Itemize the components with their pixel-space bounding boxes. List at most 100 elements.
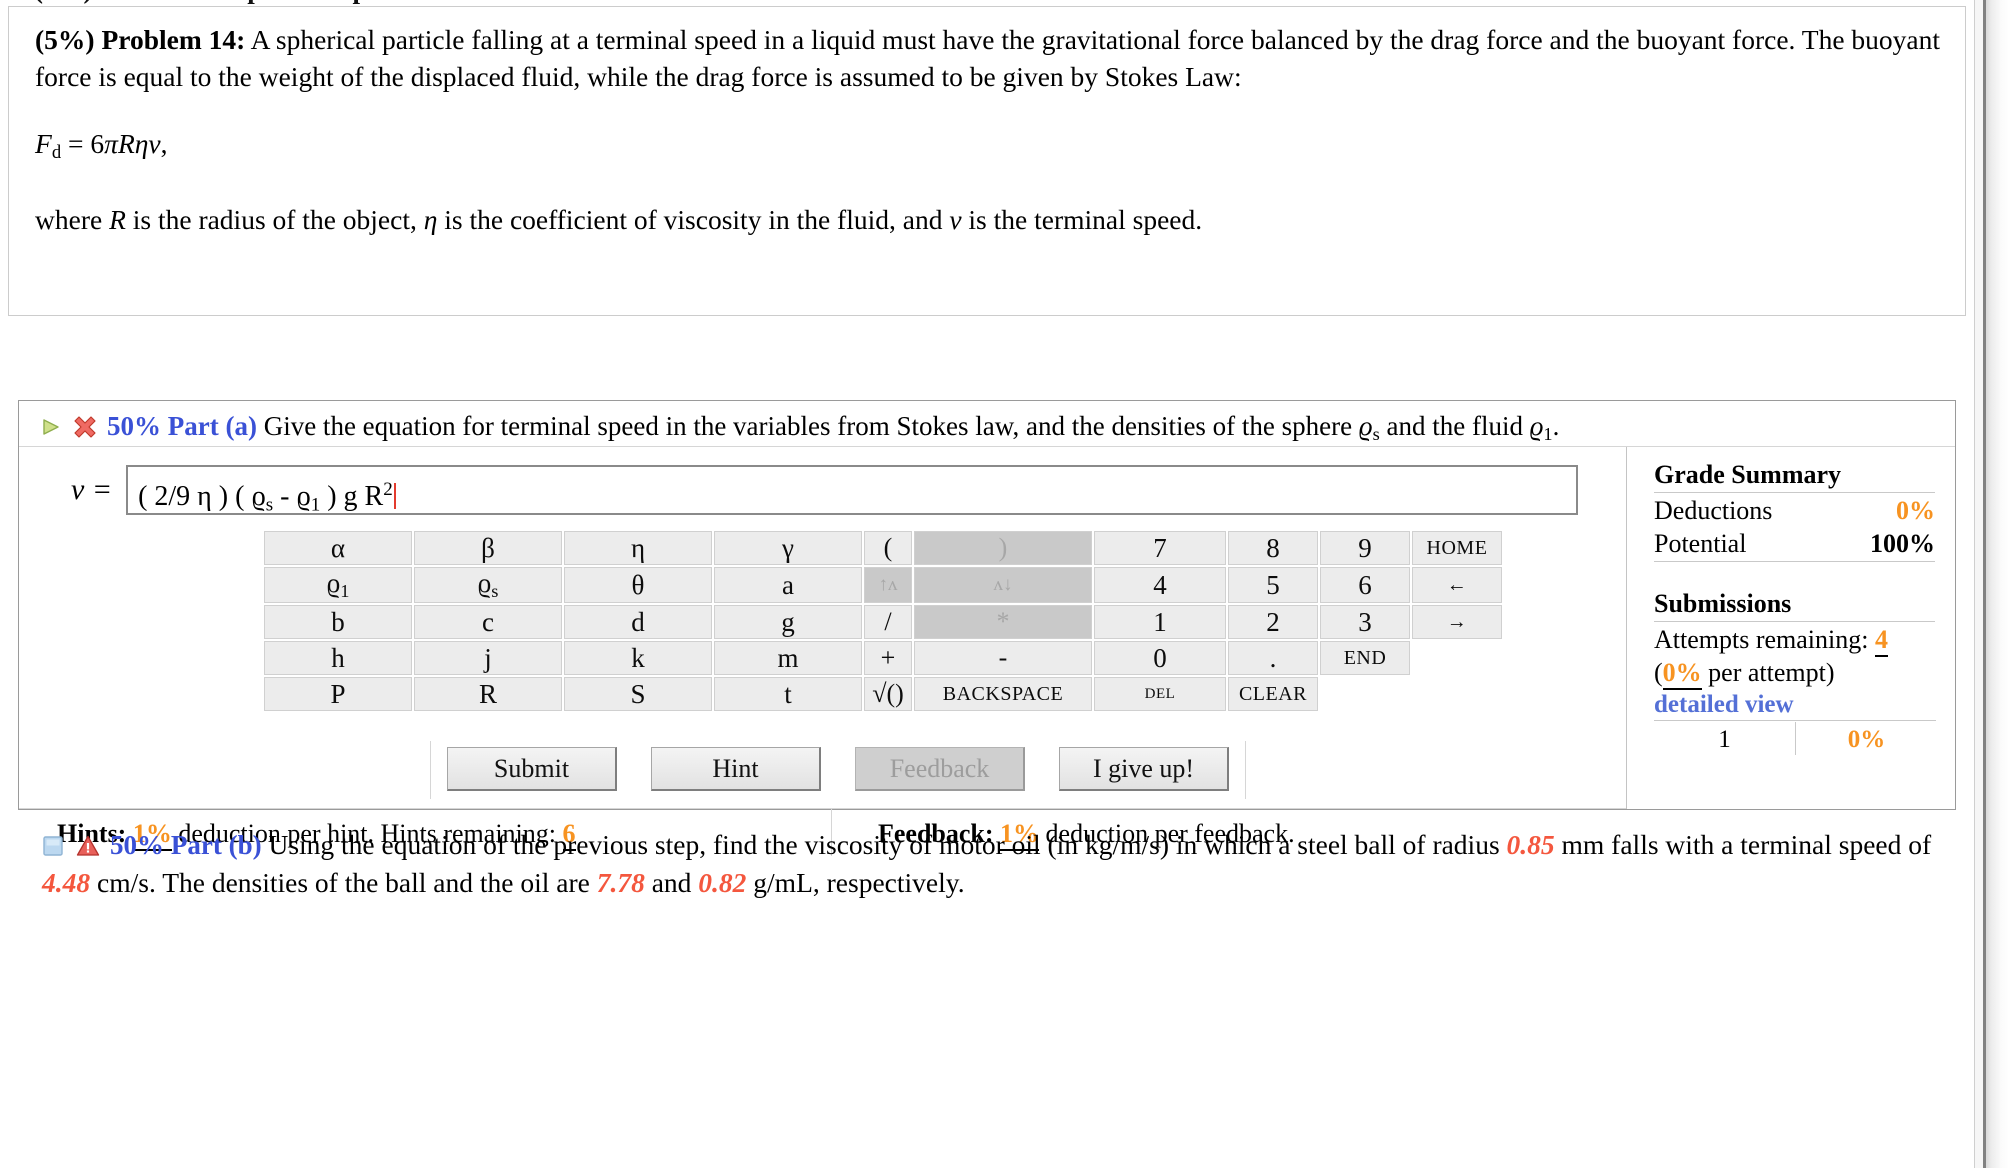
key-del[interactable]: DEL: [1094, 677, 1226, 712]
key-base-glyph: ϱ: [477, 568, 492, 598]
key-rho-s[interactable]: ϱs: [414, 567, 562, 604]
key-arrow-right[interactable]: →: [1412, 605, 1502, 640]
window-bottom-edge: [0, 1164, 1974, 1168]
key-1[interactable]: 1: [1094, 605, 1226, 640]
problem-number: Problem 14:: [101, 24, 246, 55]
key-arrow-left[interactable]: ←: [1412, 567, 1502, 604]
key-R[interactable]: R: [414, 677, 562, 712]
answer-token: -: [273, 480, 297, 512]
potential-label: Potential: [1654, 529, 1747, 558]
key-k[interactable]: k: [564, 641, 712, 676]
detailed-view-link[interactable]: detailed view: [1654, 689, 1936, 721]
part-b-container: 50% Part (b) Using the equation of the p…: [18, 818, 1956, 901]
key-g[interactable]: g: [714, 605, 862, 640]
key-0[interactable]: 0: [1094, 641, 1226, 676]
problem-body-text: A spherical particle falling at a termin…: [35, 24, 1940, 92]
answer-row: v = ( 2/9 η ) ( ϱs - ϱ1 ) g R2: [71, 465, 1579, 515]
key-power-down: ʌ↓: [914, 567, 1092, 604]
key-gamma[interactable]: γ: [714, 531, 862, 565]
part-a-rho-s-sub: s: [1372, 424, 1380, 445]
feedback-button: Feedback: [855, 747, 1025, 791]
key-3[interactable]: 3: [1320, 605, 1410, 640]
key-rho-1[interactable]: ϱ1: [264, 567, 412, 604]
key-d[interactable]: d: [564, 605, 712, 640]
key-eta[interactable]: η: [564, 531, 712, 565]
answer-input-value: ( 2/9 η ) ( ϱs - ϱ1 ) g R2: [138, 479, 393, 513]
red-warning-triangle-icon: [76, 830, 100, 856]
equation-equals-six: = 6: [61, 128, 105, 159]
key-backspace[interactable]: BACKSPACE: [914, 677, 1092, 712]
key-S[interactable]: S: [564, 677, 712, 712]
problem-statement-box: (5%) Problem 14: A spherical particle fa…: [8, 6, 1966, 316]
attempts-value: 4: [1874, 625, 1888, 657]
key-m[interactable]: m: [714, 641, 862, 676]
key-7[interactable]: 7: [1094, 531, 1226, 565]
submissions-title: Submissions: [1654, 588, 1935, 622]
part-b-text-1: Using the equation of the previous step,…: [268, 829, 1507, 860]
key-home[interactable]: HOME: [1412, 531, 1502, 565]
blue-square-icon[interactable]: [42, 829, 64, 856]
answer-label: v =: [71, 473, 113, 506]
problem-page: (5%) Problem 13: previous problem conten…: [0, 0, 2008, 1168]
keypad-row: P R St √() BACKSPACE DEL CLEAR: [264, 677, 1502, 712]
deductions-value: 0%: [1896, 496, 1935, 525]
keypad-row: ϱ1 ϱs θ a ↑ʌ ʌ↓ 4 5 6 ←: [264, 567, 1502, 604]
part-b-text-2: mm falls with a terminal speed of: [1554, 829, 1932, 860]
key-t[interactable]: t: [714, 677, 862, 712]
key-4[interactable]: 4: [1094, 567, 1226, 604]
grade-summary-spacer: [1654, 562, 1935, 588]
give-up-button[interactable]: I give up!: [1059, 747, 1229, 791]
key-subscript-glyph: s: [491, 581, 499, 602]
key-divide[interactable]: /: [864, 605, 912, 640]
key-b[interactable]: b: [264, 605, 412, 640]
hint-button[interactable]: Hint: [651, 747, 821, 791]
part-b-ball-density-value: 7.78: [596, 867, 645, 898]
answer-token: 2: [383, 479, 393, 500]
equation-comma: ,: [160, 128, 168, 159]
key-9[interactable]: 9: [1320, 531, 1410, 565]
answer-token: ϱ: [296, 480, 311, 512]
key-a[interactable]: a: [714, 567, 862, 604]
symbol-keypad[interactable]: α β η γ() 7 8 9 HOME ϱ1 ϱs θ a ↑ʌ ʌ↓ 4 5 6 ← b c d g / * 1 2 3 → h j k…: [262, 529, 1504, 713]
key-plus[interactable]: +: [864, 641, 912, 676]
key-5[interactable]: 5: [1228, 567, 1318, 604]
part-a-percent: 50%: [107, 411, 161, 441]
key-open-paren[interactable]: (: [864, 531, 912, 565]
key-c[interactable]: c: [414, 605, 562, 640]
part-b-text-3: cm/s. The densities of the ball and the …: [90, 867, 597, 898]
submit-button[interactable]: Submit: [447, 747, 617, 791]
text-caret: [393, 482, 396, 509]
part-a-prompt-2: and the fluid: [1379, 411, 1530, 441]
part-a-answer-body: v = ( 2/9 η ) ( ϱs - ϱ1 ) g R2 α β η γ() 7 8 9…: [19, 447, 1626, 856]
key-beta[interactable]: β: [414, 531, 562, 565]
key-h[interactable]: h: [264, 641, 412, 676]
key-clear[interactable]: CLEAR: [1228, 677, 1318, 712]
where-text-a: where: [35, 204, 110, 236]
part-a-prompt-1: Give the equation for terminal speed in …: [263, 411, 1359, 441]
part-a-title: Part (a): [167, 411, 257, 441]
per-attempt-open-paren: (: [1654, 658, 1663, 687]
key-theta[interactable]: θ: [564, 567, 712, 604]
play-triangle-icon[interactable]: [41, 408, 61, 435]
potential-row: Potential 100%: [1654, 527, 1935, 562]
equation-eta: η: [134, 128, 149, 159]
key-alpha[interactable]: α: [264, 531, 412, 565]
key-6[interactable]: 6: [1320, 567, 1410, 604]
key-2[interactable]: 2: [1228, 605, 1318, 640]
key-8[interactable]: 8: [1228, 531, 1318, 565]
scrollbar-thumb[interactable]: [1983, 0, 2008, 1168]
part-a-rho-1: ϱ: [1529, 411, 1544, 441]
action-buttons-row: Submit Hint Feedback I give up!: [430, 741, 1246, 799]
where-text-d: is the terminal speed.: [961, 204, 1203, 236]
key-minus[interactable]: -: [914, 641, 1092, 676]
key-j[interactable]: j: [414, 641, 562, 676]
page-scrollbar[interactable]: [1974, 0, 2008, 1168]
key-decimal[interactable]: .: [1228, 641, 1318, 676]
key-sqrt[interactable]: √(): [864, 677, 912, 712]
answer-input[interactable]: ( 2/9 η ) ( ϱs - ϱ1 ) g R2: [126, 465, 1579, 515]
key-end[interactable]: END: [1320, 641, 1410, 676]
keypad-row: b c d g / * 1 2 3 →: [264, 605, 1502, 640]
key-P[interactable]: P: [264, 677, 412, 712]
part-a-header: 50% Part (a) Give the equation for termi…: [19, 401, 1955, 447]
answer-token: ( 2/9 η ) (: [138, 480, 252, 512]
